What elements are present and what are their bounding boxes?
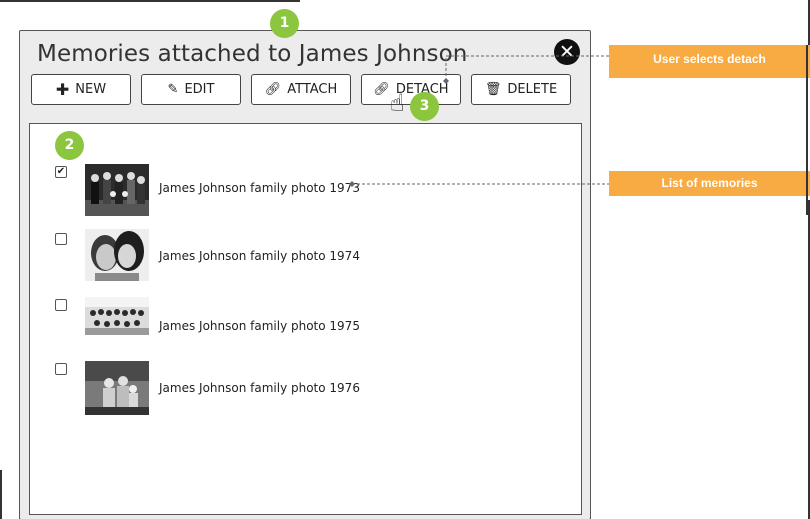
hand-cursor-icon: ☝ (390, 90, 405, 117)
callout-list-of-memories: List of memories (609, 171, 810, 196)
list-item[interactable]: James Johnson family photo 1976 (30, 361, 581, 417)
close-icon[interactable]: ✕ (554, 39, 580, 65)
dialog-title: Memories attached to James Johnson (37, 41, 468, 67)
attach-button[interactable]: 🔗︎ ATTACH (251, 74, 351, 105)
memory-checkbox[interactable] (55, 299, 67, 311)
edit-button[interactable]: ✎ EDIT (141, 74, 241, 105)
delete-label: DELETE (507, 82, 558, 97)
memory-thumbnail (85, 229, 149, 281)
memory-checkbox[interactable] (55, 363, 67, 375)
step-badge-1: 1 (270, 9, 299, 38)
page-edge-top (0, 0, 300, 2)
memory-title: James Johnson family photo 1973 (159, 181, 360, 195)
link-icon: 🔗︎ (373, 82, 390, 97)
memory-title: James Johnson family photo 1975 (159, 319, 360, 333)
memory-checkbox[interactable] (55, 233, 67, 245)
list-item[interactable]: James Johnson family photo 1975 (30, 297, 581, 353)
memory-list: ✔ James Johnson family photo 1973 James … (29, 123, 582, 515)
memory-thumbnail (85, 297, 149, 335)
page-edge-left (0, 470, 2, 519)
memory-title: James Johnson family photo 1974 (159, 249, 360, 263)
trash-icon: 🗑︎ (484, 82, 502, 97)
memories-dialog: Memories attached to James Johnson ✕ ✚ N… (19, 30, 591, 519)
list-item[interactable]: James Johnson family photo 1974 (30, 229, 581, 285)
memory-thumbnail (85, 361, 149, 415)
list-item[interactable]: ✔ James Johnson family photo 1973 (30, 162, 581, 218)
toolbar: ✚ NEW ✎ EDIT 🔗︎ ATTACH 🔗︎ DETACH 🗑︎ DELE… (31, 74, 576, 105)
memory-title: James Johnson family photo 1976 (159, 381, 360, 395)
memory-checkbox[interactable]: ✔ (55, 166, 67, 178)
edit-label: EDIT (184, 82, 215, 97)
delete-button[interactable]: 🗑︎ DELETE (471, 74, 571, 105)
link-icon: 🔗︎ (264, 82, 282, 97)
step-badge-3: 3 (410, 92, 439, 121)
plus-icon: ✚ (55, 80, 70, 99)
new-button[interactable]: ✚ NEW (31, 74, 131, 105)
attach-label: ATTACH (287, 82, 338, 97)
memory-thumbnail (85, 164, 149, 216)
step-badge-2: 2 (55, 131, 84, 160)
callout-bracket-line (806, 45, 808, 215)
pencil-icon: ✎ (167, 82, 179, 97)
callout-user-selects-detach: User selects detach (609, 45, 810, 78)
new-label: NEW (75, 82, 107, 97)
